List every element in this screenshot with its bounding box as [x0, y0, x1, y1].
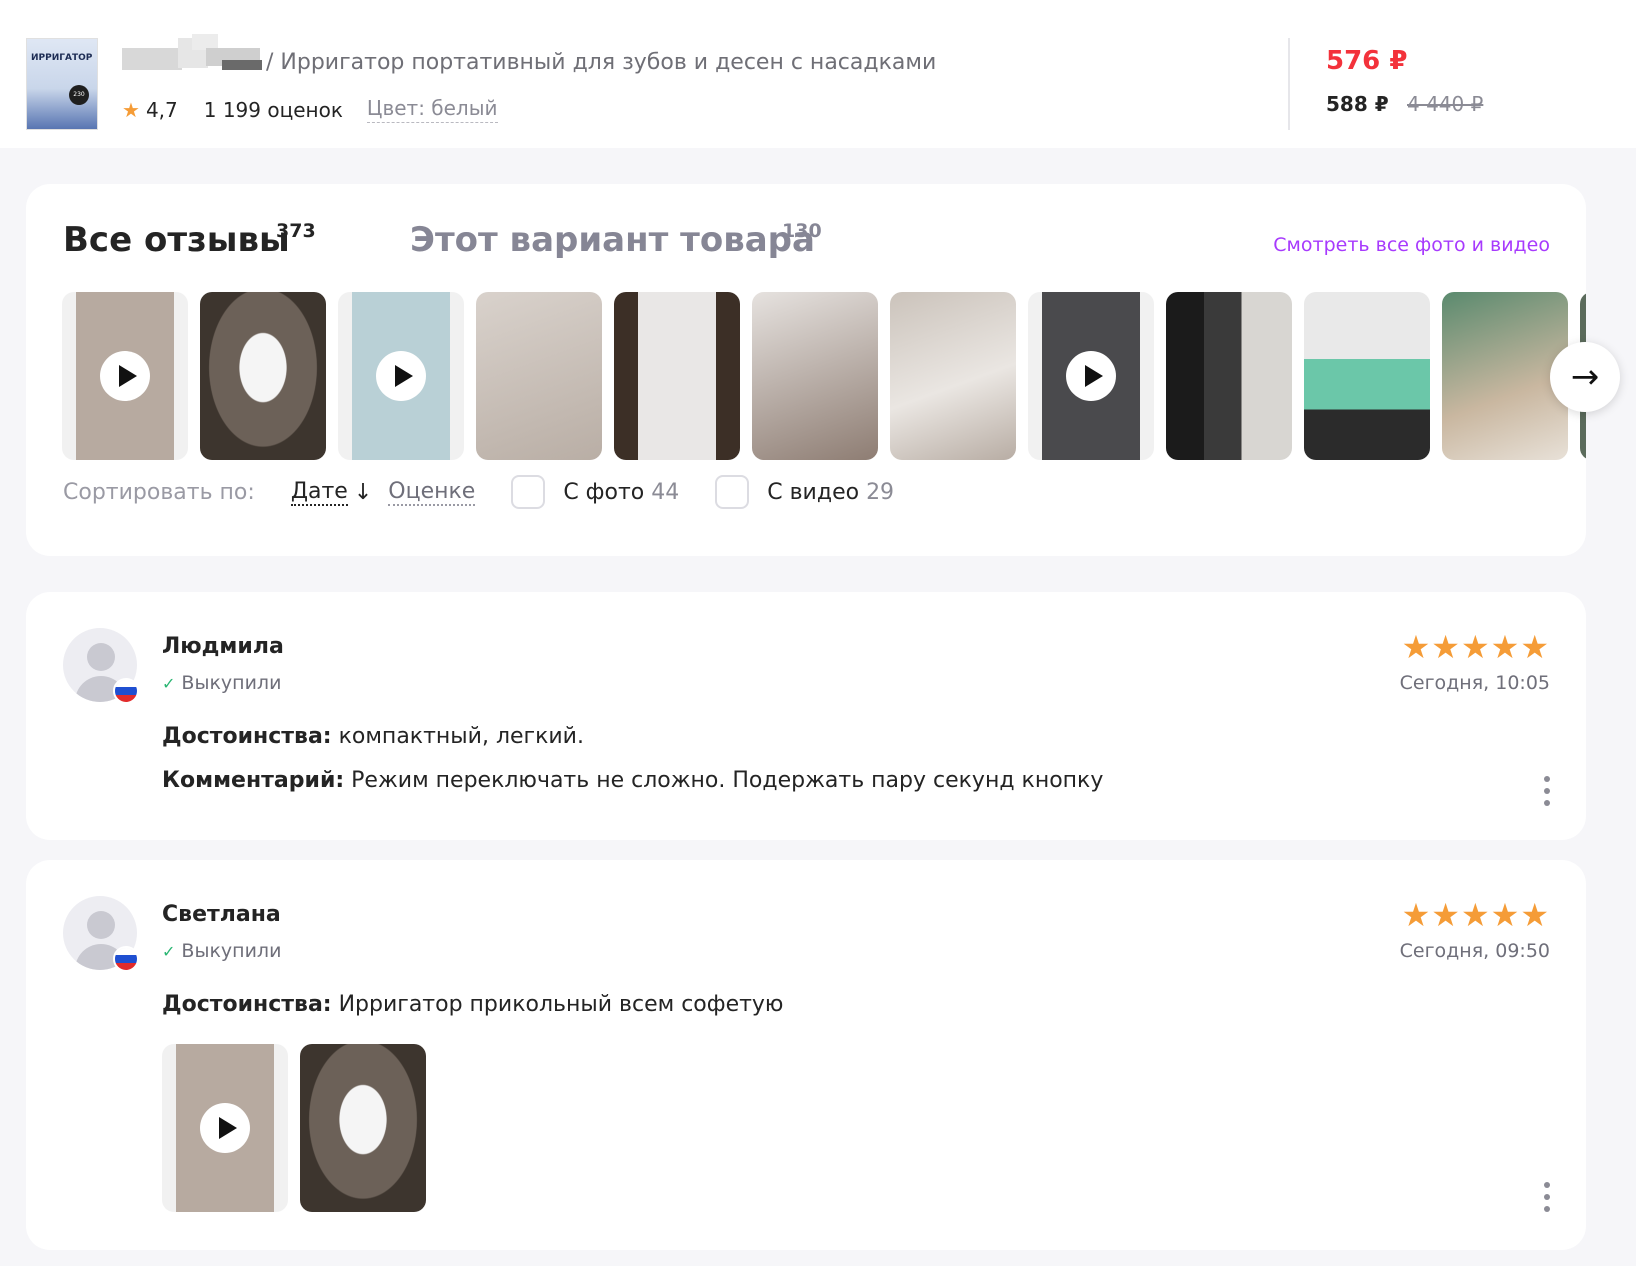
reviewer-name: Светлана [162, 902, 281, 927]
star-icon: ★ [122, 97, 140, 122]
review-media-item[interactable] [162, 1044, 288, 1212]
pros-text: Ирригатор прикольный всем софетую [331, 992, 784, 1017]
review-date: Сегодня, 09:50 [1399, 940, 1550, 962]
product-rating: 4,7 [145, 97, 178, 122]
bought-status: ✓ Выкупили [162, 940, 281, 962]
play-icon[interactable] [100, 351, 150, 401]
gallery-item[interactable] [1166, 292, 1292, 460]
sort-by-date[interactable]: Дате [290, 479, 348, 506]
kebab-menu-icon[interactable] [1544, 776, 1550, 812]
gallery-item[interactable] [890, 292, 1016, 460]
ratings-count: 1 199 оценок [203, 97, 343, 122]
with-video-checkbox[interactable] [715, 475, 750, 509]
media-gallery [62, 292, 1586, 460]
product-thumbnail[interactable]: ИРРИГАТОР 230 [26, 38, 98, 130]
review-media-item[interactable] [300, 1044, 426, 1212]
review-card: Светлана ✓ Выкупили ★★★★★ Сегодня, 09:50 … [26, 860, 1586, 1250]
sort-direction-icon[interactable]: ↓ [354, 480, 372, 505]
bought-text: Выкупили [181, 672, 282, 694]
review-pros: Достоинства: Ирригатор прикольный всем с… [162, 992, 783, 1017]
gallery-next-arrow-icon[interactable]: → [1550, 342, 1620, 412]
see-all-media-link[interactable]: Смотреть все фото и видео [1273, 234, 1550, 256]
with-photo-checkbox[interactable] [511, 475, 546, 509]
pros-label: Достоинства: [162, 724, 332, 749]
with-video-count: 29 [866, 479, 895, 505]
reviewer-name: Людмила [162, 634, 284, 659]
with-photo-label[interactable]: С фото 44 [563, 480, 679, 505]
tab-all-reviews[interactable]: Все отзывы [63, 220, 290, 260]
gallery-item[interactable] [338, 292, 464, 460]
check-icon: ✓ [162, 674, 176, 693]
russia-flag-icon [113, 946, 139, 972]
gallery-item[interactable] [476, 292, 602, 460]
play-icon[interactable] [1066, 351, 1116, 401]
review-date: Сегодня, 10:05 [1399, 672, 1550, 694]
pros-text: компактный, легкий. [331, 724, 584, 749]
product-thumbnail-badge: 230 [69, 85, 89, 105]
product-title[interactable]: / Ирригатор портативный для зубов и десе… [266, 50, 936, 75]
play-icon[interactable] [376, 351, 426, 401]
rating-stars: ★★★★★ [1401, 896, 1550, 934]
tab-all-reviews-count: 373 [276, 220, 316, 242]
check-icon: ✓ [162, 942, 176, 961]
gallery-item[interactable] [200, 292, 326, 460]
price-alt: 588 ₽ [1326, 92, 1389, 116]
color-selector[interactable]: Цвет: белый [366, 96, 498, 123]
sort-label: Сортировать по: [63, 479, 255, 505]
review-comment: Комментарий: Режим переключать не сложно… [162, 768, 1103, 793]
reviews-gallery-card: Все отзывы 373 Этот вариант товара 130 С… [26, 184, 1620, 556]
product-thumbnail-text: ИРРИГАТОР [31, 53, 93, 63]
brand-name-obscured[interactable] [122, 34, 266, 76]
gallery-item[interactable] [1304, 292, 1430, 460]
header-divider [1288, 38, 1290, 130]
pros-label: Достоинства: [162, 992, 332, 1017]
kebab-menu-icon[interactable] [1544, 1182, 1550, 1218]
with-photo-count: 44 [651, 479, 680, 505]
comment-text: Режим переключать не сложно. Подержать п… [344, 768, 1104, 793]
tab-this-variant[interactable]: Этот вариант товара [410, 220, 815, 260]
gallery-item[interactable] [62, 292, 188, 460]
price-old: 4 440 ₽ [1407, 92, 1484, 116]
review-pros: Достоинства: компактный, легкий. [162, 724, 584, 749]
gallery-item[interactable] [614, 292, 740, 460]
rating-stars: ★★★★★ [1401, 628, 1550, 666]
with-photo-text: С фото [563, 479, 645, 505]
price-current: 576 ₽ [1326, 46, 1408, 76]
sort-filter-row: Сортировать по: Дате ↓ Оценке С фото 44 … [63, 472, 930, 512]
price-row: 588 ₽ 4 440 ₽ [1326, 92, 1483, 116]
play-icon[interactable] [200, 1103, 250, 1153]
bought-text: Выкупили [181, 940, 282, 962]
tab-this-variant-count: 130 [782, 220, 822, 242]
product-rating-row: ★ 4,7 1 199 оценок Цвет: белый [122, 96, 498, 123]
sort-by-rating[interactable]: Оценке [388, 479, 476, 506]
comment-label: Комментарий: [162, 768, 345, 793]
gallery-item[interactable] [1028, 292, 1154, 460]
gallery-item[interactable] [752, 292, 878, 460]
product-header: ИРРИГАТОР 230 / Ирригатор портативный дл… [0, 0, 1636, 148]
with-video-label[interactable]: С видео 29 [767, 480, 894, 505]
russia-flag-icon [113, 678, 139, 704]
with-video-text: С видео [767, 479, 860, 505]
review-card: Людмила ✓ Выкупили ★★★★★ Сегодня, 10:05 Д… [26, 592, 1586, 840]
bought-status: ✓ Выкупили [162, 672, 281, 694]
